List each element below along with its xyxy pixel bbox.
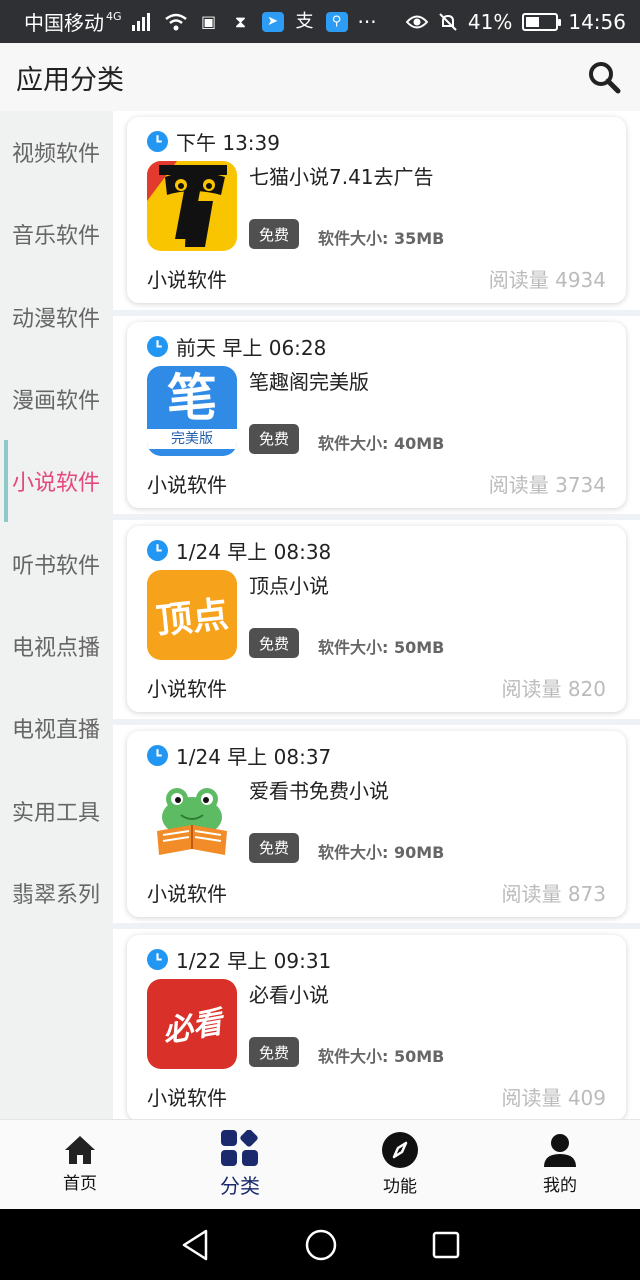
app-category: 小说软件 xyxy=(147,1086,227,1110)
free-badge: 免费 xyxy=(249,219,300,249)
battery-icon xyxy=(522,12,562,31)
read-count: 阅读量 409 xyxy=(501,1086,606,1110)
clock-time: 14:56 xyxy=(568,9,626,34)
category-sidebar: 视频软件 音乐软件 动漫软件 漫画软件 小说软件 听书软件 电视点播 电视直播 … xyxy=(0,111,113,1119)
post-time: 下午 13:39 xyxy=(176,131,280,155)
sidebar-item-music[interactable]: 音乐软件 xyxy=(0,193,113,275)
signal-icon xyxy=(131,12,150,31)
compass-icon xyxy=(382,1132,418,1168)
app-card[interactable]: 1/22 早上 09:31 必看 必看小说 免费 软件大小: 50MB 小说软件… xyxy=(127,935,626,1119)
hourglass-icon: ⧗ xyxy=(234,11,247,31)
sidebar-item-audiobooks[interactable]: 听书软件 xyxy=(0,522,113,604)
post-time: 1/24 早上 08:38 xyxy=(176,540,332,564)
app-category: 小说软件 xyxy=(147,881,227,906)
free-badge: 免费 xyxy=(249,628,300,658)
tab-label: 我的 xyxy=(543,1176,577,1196)
mute-icon xyxy=(439,12,457,31)
page-title: 应用分类 xyxy=(16,64,124,96)
sidebar-item-tv-live[interactable]: 电视直播 xyxy=(0,687,113,769)
clock-icon xyxy=(147,335,168,357)
app-card[interactable]: 前天 早上 06:28 笔 完美版 笔趣阁完美版 免费 软件大小: 40MB 小… xyxy=(127,321,626,508)
sidebar-item-anime[interactable]: 动漫软件 xyxy=(0,276,113,358)
clock-icon xyxy=(147,744,168,766)
free-badge: 免费 xyxy=(249,1037,300,1067)
app-category: 小说软件 xyxy=(147,472,227,497)
alipay-icon: 支 xyxy=(295,10,314,32)
app-category: 小说软件 xyxy=(147,677,227,701)
person-icon xyxy=(544,1134,576,1167)
dingdian-app-icon[interactable]: 顶点 xyxy=(147,570,237,660)
clock-icon xyxy=(147,131,168,152)
grid-icon xyxy=(221,1130,258,1166)
map-icon: ➤ xyxy=(261,11,284,32)
recents-icon[interactable] xyxy=(432,1231,460,1259)
app-size: 软件大小: 40MB xyxy=(318,433,445,453)
sidebar-item-novels[interactable]: 小说软件 xyxy=(0,440,113,523)
eye-icon xyxy=(405,15,428,28)
icon-glyph: 笔 xyxy=(167,367,217,427)
tab-label: 分类 xyxy=(220,1174,260,1198)
qimao-app-icon[interactable] xyxy=(147,161,237,251)
home-icon xyxy=(65,1136,95,1164)
sidebar-item-tv-vod[interactable]: 电视点播 xyxy=(0,605,113,687)
sidebar-item-jade-series[interactable]: 翡翠系列 xyxy=(0,852,113,934)
post-time: 1/24 早上 08:37 xyxy=(176,744,332,769)
sidebar-item-video[interactable]: 视频软件 xyxy=(0,111,113,193)
app-name[interactable]: 必看小说 xyxy=(249,979,329,1008)
post-time: 1/22 早上 09:31 xyxy=(176,949,332,973)
battery-percent: 41% xyxy=(467,9,513,34)
read-count: 阅读量 820 xyxy=(501,677,606,701)
tab-home[interactable]: 首页 xyxy=(0,1120,160,1209)
wifi-icon xyxy=(164,13,187,30)
system-navigation-bar xyxy=(0,1209,640,1280)
search-icon xyxy=(589,62,621,94)
free-badge: 免费 xyxy=(249,423,300,454)
home-circle-icon[interactable] xyxy=(305,1229,337,1261)
app-card[interactable]: 下午 13:39 七猫小说7.41去广告 免费 软件大小: 35MB 小说软件 … xyxy=(127,117,626,303)
tab-category[interactable]: 分类 xyxy=(160,1120,320,1209)
app-list: 下午 13:39 七猫小说7.41去广告 免费 软件大小: 35MB 小说软件 … xyxy=(113,111,640,1119)
icon-glyph: 必看 xyxy=(160,1005,226,1050)
back-icon[interactable] xyxy=(180,1229,210,1261)
search-button[interactable] xyxy=(584,57,624,97)
app-name[interactable]: 爱看书免费小说 xyxy=(249,775,389,804)
gift-icon: ▣ xyxy=(200,11,217,31)
tab-label: 功能 xyxy=(383,1177,417,1197)
search-app-icon: ⚲ xyxy=(325,11,348,32)
frog-book-app-icon[interactable] xyxy=(147,774,237,865)
read-count: 阅读量 4934 xyxy=(488,268,606,292)
sidebar-item-comics[interactable]: 漫画软件 xyxy=(0,358,113,440)
app-name[interactable]: 七猫小说7.41去广告 xyxy=(249,161,434,190)
tab-label: 首页 xyxy=(63,1174,97,1194)
bottom-tab-bar: 首页 分类 功能 我的 xyxy=(0,1119,640,1209)
sidebar-item-tools[interactable]: 实用工具 xyxy=(0,769,113,851)
free-badge: 免费 xyxy=(249,832,300,863)
icon-glyph: 顶点 xyxy=(154,593,231,643)
app-card[interactable]: 1/24 早上 08:37 爱看书免费小说 免费 软件大小: 90MB 小说软件… xyxy=(127,730,626,917)
read-count: 阅读量 3734 xyxy=(488,472,606,497)
read-count: 阅读量 873 xyxy=(501,881,606,906)
tab-functions[interactable]: 功能 xyxy=(320,1120,480,1209)
app-name[interactable]: 笔趣阁完美版 xyxy=(249,366,369,395)
more-notifications-icon: ··· xyxy=(357,9,377,34)
app-category: 小说软件 xyxy=(147,268,227,292)
network-label: 4G xyxy=(106,10,122,23)
app-size: 软件大小: 90MB xyxy=(318,842,445,862)
post-time: 前天 早上 06:28 xyxy=(176,335,327,360)
icon-subtitle: 完美版 xyxy=(147,428,237,449)
app-size: 软件大小: 50MB xyxy=(318,1047,445,1066)
app-size: 软件大小: 35MB xyxy=(318,229,445,248)
app-card[interactable]: 1/24 早上 08:38 顶点 顶点小说 免费 软件大小: 50MB 小说软件… xyxy=(127,526,626,712)
app-name[interactable]: 顶点小说 xyxy=(249,570,329,599)
clock-icon xyxy=(147,949,168,970)
app-header: 应用分类 xyxy=(0,43,640,111)
carrier-label: 中国移动 xyxy=(24,11,104,35)
status-bar: 中国移动 4G ▣ ⧗ ➤ 支 ⚲ ··· 41% 14:56 xyxy=(0,0,640,43)
app-size: 软件大小: 50MB xyxy=(318,638,445,657)
bikan-app-icon[interactable]: 必看 xyxy=(147,979,237,1069)
clock-icon xyxy=(147,540,168,561)
tab-profile[interactable]: 我的 xyxy=(480,1120,640,1209)
biquge-app-icon[interactable]: 笔 完美版 xyxy=(147,365,237,456)
